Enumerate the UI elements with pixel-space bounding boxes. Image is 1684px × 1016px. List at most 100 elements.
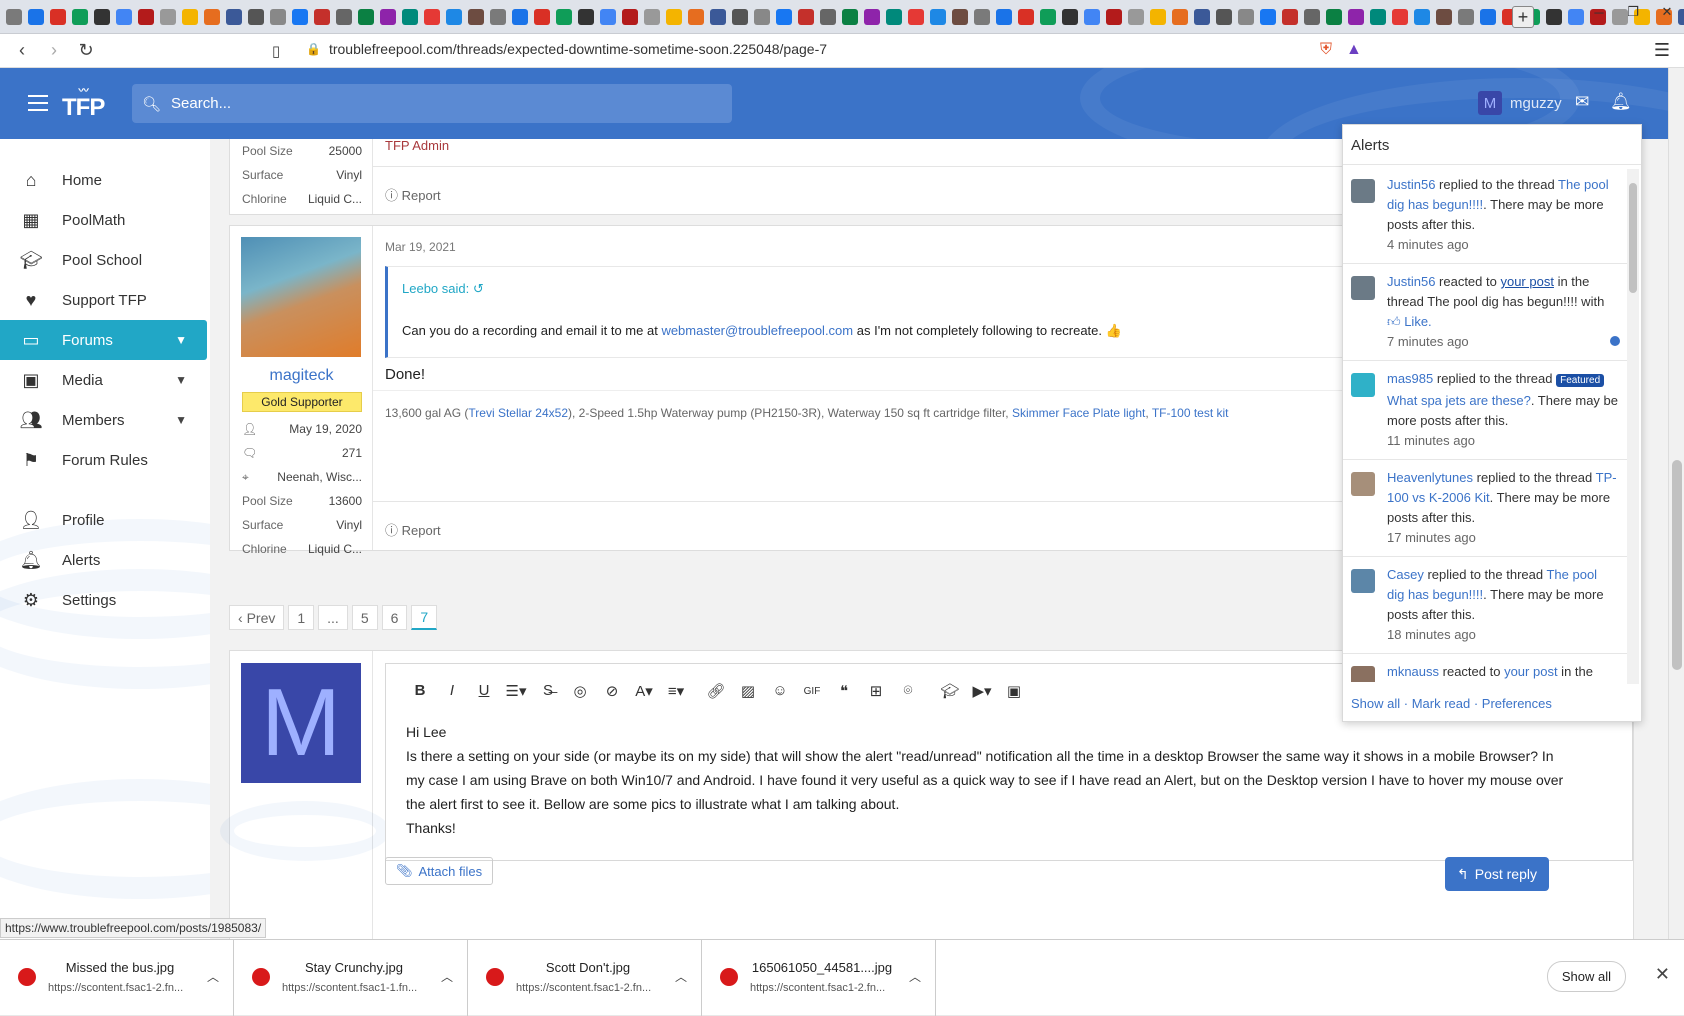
message-text[interactable]: Hi Lee Is there a setting on your side (… xyxy=(406,720,1566,840)
tab-favicon-icon[interactable] xyxy=(556,8,572,25)
address-bar[interactable]: 🔒 troublefreepool.com/threads/expected-d… xyxy=(306,41,827,57)
image-icon[interactable]: ▨ xyxy=(732,682,764,702)
report-link[interactable]: ⓘ Report xyxy=(385,185,441,204)
tab-favicon-icon[interactable] xyxy=(908,8,924,25)
hamburger-menu-icon[interactable] xyxy=(28,95,48,111)
tab-favicon-icon[interactable] xyxy=(1392,8,1408,25)
tab-favicon-icon[interactable] xyxy=(534,8,550,25)
tab-favicon-icon[interactable] xyxy=(820,8,836,25)
search-input[interactable]: 🔍︎ Search... xyxy=(132,84,732,123)
sidebar-item-profile[interactable]: 👤︎ Profile xyxy=(0,500,207,540)
report-link[interactable]: ⓘ Report xyxy=(385,520,441,539)
tab-favicon-icon[interactable] xyxy=(578,8,594,25)
tab-favicon-icon[interactable] xyxy=(886,8,902,25)
color-icon[interactable]: ◎ xyxy=(564,682,596,702)
sidebar-item-members[interactable]: 👥︎ Members ▼ xyxy=(0,400,207,440)
strikethrough-icon[interactable]: S̶ xyxy=(532,682,564,702)
tab-favicon-icon[interactable] xyxy=(226,8,242,25)
sidebar-item-forums[interactable]: ▭ Forums ▼ xyxy=(0,320,207,360)
sidebar-item-forum-rules[interactable]: ⚑ Forum Rules xyxy=(0,440,207,480)
tab-favicon-icon[interactable] xyxy=(1128,8,1144,25)
media-embed-icon[interactable]: ▶▾ xyxy=(966,682,998,702)
link-icon[interactable]: 🔗︎ xyxy=(700,682,732,702)
alert-item[interactable]: Justin56 reacted to your post in the thr… xyxy=(1343,264,1628,361)
tab-favicon-icon[interactable] xyxy=(1304,8,1320,25)
brave-shield-icon[interactable]: ⛨ xyxy=(1320,41,1332,59)
sidebar-item-support-tfp[interactable]: ♥ Support TFP xyxy=(0,280,207,320)
tab-favicon-icon[interactable] xyxy=(974,8,990,25)
tab-favicon-icon[interactable] xyxy=(1216,8,1232,25)
prev-page-button[interactable]: ‹ Prev xyxy=(229,605,285,630)
tab-favicon-icon[interactable] xyxy=(336,8,352,25)
tab-favicon-icon[interactable] xyxy=(292,8,308,25)
tab-favicon-icon[interactable] xyxy=(28,8,44,25)
tab-favicon-icon[interactable] xyxy=(512,8,528,25)
table-icon[interactable]: ⊞ xyxy=(860,682,892,702)
tab-favicon-icon[interactable] xyxy=(204,8,220,25)
chevron-up-icon[interactable]: ︿ xyxy=(675,968,687,985)
brave-rewards-icon[interactable]: ▲ xyxy=(1346,41,1362,59)
unread-dot[interactable] xyxy=(1610,336,1620,346)
list-icon[interactable]: ☰▾ xyxy=(500,682,532,702)
camera-icon[interactable]: ⌾ xyxy=(892,682,924,702)
tab-favicon-icon[interactable] xyxy=(248,8,264,25)
tab-favicon-icon[interactable] xyxy=(1238,8,1254,25)
cap-icon[interactable]: 🎓︎ xyxy=(934,682,966,702)
sidebar-item-settings[interactable]: ⚙ Settings xyxy=(0,580,207,620)
italic-icon[interactable]: I xyxy=(436,682,468,702)
tab-favicon-icon[interactable] xyxy=(710,8,726,25)
download-item[interactable]: Missed the bus.jpg https://scontent.fsac… xyxy=(0,940,234,1016)
tab-favicon-icon[interactable] xyxy=(644,8,660,25)
tab-favicon-icon[interactable] xyxy=(842,8,858,25)
tab-favicon-icon[interactable] xyxy=(138,8,154,25)
back-icon[interactable]: ‹ xyxy=(6,35,38,67)
page-scrollbar[interactable] xyxy=(1668,68,1684,939)
bold-icon[interactable]: B xyxy=(404,682,436,702)
tab-favicon-icon[interactable] xyxy=(1172,8,1188,25)
tab-favicon-icon[interactable] xyxy=(930,8,946,25)
tab-favicon-icon[interactable] xyxy=(666,8,682,25)
tab-favicon-icon[interactable] xyxy=(798,8,814,25)
alert-item[interactable]: Justin56 replied to the thread The pool … xyxy=(1343,167,1628,264)
forward-icon[interactable]: › xyxy=(38,35,70,67)
tab-favicon-icon[interactable] xyxy=(6,8,22,25)
tab-favicon-icon[interactable] xyxy=(1414,8,1430,25)
underline-icon[interactable]: U xyxy=(468,682,500,702)
sig-link-trevi[interactable]: Trevi Stellar 24x52 xyxy=(468,406,568,420)
user-menu[interactable]: M mguzzy xyxy=(1478,91,1562,115)
tab-favicon-icon[interactable] xyxy=(490,8,506,25)
alerts-bell-icon[interactable]: 🔔︎ xyxy=(1610,92,1632,112)
tab-favicon-icon[interactable] xyxy=(864,8,880,25)
tab-favicon-icon[interactable] xyxy=(1326,8,1342,25)
page-1[interactable]: 1 xyxy=(288,605,315,630)
quote-icon[interactable]: ❝ xyxy=(828,682,860,702)
post-date[interactable]: Mar 19, 2021 xyxy=(385,240,456,254)
youtube-icon[interactable]: ▣ xyxy=(998,682,1030,702)
sidebar-item-poolmath[interactable]: ▦ PoolMath xyxy=(0,200,207,240)
download-item[interactable]: Stay Crunchy.jpg https://scontent.fsac1-… xyxy=(234,940,468,1016)
mark-read-link[interactable]: Mark read xyxy=(1412,696,1471,711)
tab-favicon-icon[interactable] xyxy=(380,8,396,25)
preferences-link[interactable]: Preferences xyxy=(1482,696,1552,711)
tab-favicon-icon[interactable] xyxy=(996,8,1012,25)
tab-favicon-icon[interactable] xyxy=(1370,8,1386,25)
page-7[interactable]: 7 xyxy=(411,605,438,630)
maximize-icon[interactable]: ❐ xyxy=(1616,0,1650,24)
page-ellipsis[interactable]: ... xyxy=(318,605,348,630)
tab-favicon-icon[interactable] xyxy=(1084,8,1100,25)
tab-favicon-icon[interactable] xyxy=(72,8,88,25)
inbox-icon[interactable]: ✉ xyxy=(1575,92,1589,112)
tab-favicon-icon[interactable] xyxy=(1194,8,1210,25)
tab-favicon-icon[interactable] xyxy=(1260,8,1276,25)
show-all-alerts-link[interactable]: Show all xyxy=(1351,696,1400,711)
tab-favicon-icon[interactable] xyxy=(776,8,792,25)
page-5[interactable]: 5 xyxy=(351,605,378,630)
tab-favicon-icon[interactable] xyxy=(754,8,770,25)
tab-favicon-icon[interactable] xyxy=(1040,8,1056,25)
sidebar-item-pool-school[interactable]: 🎓︎ Pool School xyxy=(0,240,207,280)
tab-favicon-icon[interactable] xyxy=(424,8,440,25)
attach-files-button[interactable]: 📎︎ Attach files xyxy=(385,857,494,885)
tab-favicon-icon[interactable] xyxy=(1480,8,1496,25)
site-logo[interactable]: 〰 TFP xyxy=(62,82,105,122)
user-avatar-photo[interactable] xyxy=(241,237,361,357)
